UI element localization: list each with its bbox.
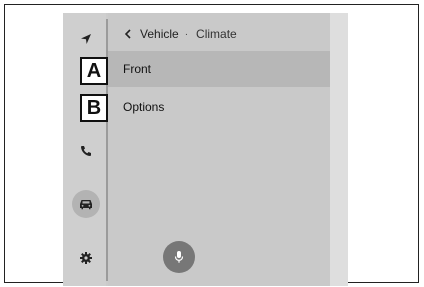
menu-item-label: Front <box>123 62 152 76</box>
menu-item-options[interactable]: Options <box>108 89 330 125</box>
infotainment-screen: Vehicle · Climate Front Options <box>63 13 348 286</box>
climate-menu-panel: Vehicle · Climate Front Options <box>108 13 330 286</box>
voice-button[interactable] <box>163 241 195 273</box>
car-icon <box>80 200 92 210</box>
gear-icon <box>80 252 92 264</box>
microphone-icon <box>174 251 184 263</box>
callout-a: A <box>80 57 108 85</box>
phone-icon <box>81 146 91 156</box>
settings-button[interactable] <box>75 247 97 269</box>
back-button[interactable] <box>118 24 138 44</box>
side-nav-bar <box>63 13 106 286</box>
menu-item-front[interactable]: Front <box>108 51 330 87</box>
navigation-arrow-icon <box>81 34 91 44</box>
right-pane <box>330 13 348 286</box>
phone-button[interactable] <box>75 140 97 162</box>
menu-item-label: Options <box>123 100 165 114</box>
callout-b: B <box>80 94 108 122</box>
breadcrumb-current: Climate <box>196 27 237 41</box>
breadcrumb-separator: · <box>184 28 189 40</box>
breadcrumb-parent[interactable]: Vehicle <box>140 27 179 41</box>
vehicle-button[interactable] <box>72 190 100 218</box>
chevron-left-icon <box>124 29 131 39</box>
breadcrumb: Vehicle · Climate <box>108 23 330 45</box>
navigation-button[interactable] <box>75 28 97 50</box>
